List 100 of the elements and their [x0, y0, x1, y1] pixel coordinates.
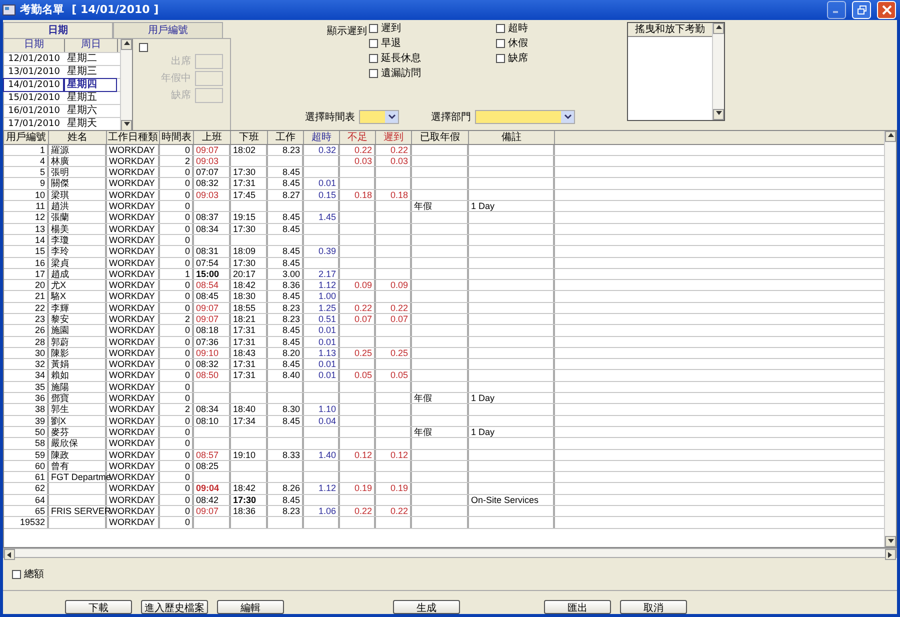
table-cell: 0.05: [376, 370, 412, 381]
column-header[interactable]: 上班: [194, 130, 231, 144]
button[interactable]: 進入歷史檔案: [141, 600, 208, 614]
button[interactable]: 編輯: [217, 600, 284, 614]
checkbox[interactable]: [139, 42, 148, 52]
table-cell: 28: [4, 336, 49, 347]
column-header[interactable]: 遲到: [376, 130, 412, 144]
column-header[interactable]: 備註: [469, 130, 555, 144]
scroll-down-button[interactable]: [121, 120, 132, 131]
table-cell: 4: [4, 156, 49, 166]
table-cell: 14: [4, 234, 49, 246]
scroll-down-button[interactable]: [713, 108, 724, 120]
table-cell: 18:42: [231, 483, 268, 494]
table-cell: 0.03: [376, 156, 412, 166]
table-cell: 20:17: [231, 268, 268, 280]
scroll-right-button[interactable]: [885, 549, 896, 560]
checkbox[interactable]: [369, 24, 378, 33]
table-cell: 楊美: [49, 224, 107, 234]
table-cell: 0: [160, 483, 194, 494]
tab[interactable]: 用戶編號: [113, 22, 223, 38]
table-cell: WORKDAY: [107, 302, 160, 313]
checkbox[interactable]: [496, 54, 505, 63]
column-header[interactable]: 時間表: [160, 130, 194, 144]
table-cell: 8.40: [268, 370, 304, 381]
column-header[interactable]: 已取年假: [412, 130, 469, 144]
scroll-left-button[interactable]: [4, 549, 15, 560]
table-cell: 36: [4, 393, 49, 404]
input-field[interactable]: [195, 70, 223, 86]
table-cell: 18:43: [231, 348, 268, 358]
table-cell: 08:31: [194, 246, 231, 256]
column-header[interactable]: 超時: [304, 130, 340, 144]
table-cell: 陳影: [49, 348, 107, 358]
table-cell: 張蘭: [49, 212, 107, 223]
dropdown[interactable]: [359, 110, 399, 124]
checkbox[interactable]: [496, 38, 505, 48]
table-cell: 郭生: [49, 404, 107, 415]
table-cell: 2: [160, 156, 194, 166]
table-cell: 12: [4, 212, 49, 223]
column-header[interactable]: 用戶編號: [4, 130, 49, 144]
table-cell: 8.45: [268, 167, 304, 178]
table-cell: 8.45: [268, 325, 304, 336]
column-header[interactable]: 工作日種類: [107, 130, 160, 144]
scroll-up-button[interactable]: [885, 130, 896, 142]
table-cell: 李玲: [49, 246, 107, 256]
table-cell: 07:07: [194, 167, 231, 178]
table-cell: 17:31: [231, 178, 268, 189]
table-cell: 0: [160, 167, 194, 178]
table-cell: 22: [4, 302, 49, 313]
table-cell: 18:30: [231, 291, 268, 302]
table-cell: 08:25: [194, 460, 231, 472]
table-cell: 年假: [412, 426, 469, 438]
table-cell: 0: [160, 472, 194, 482]
checkbox[interactable]: [369, 54, 378, 63]
table-cell: 0: [160, 359, 194, 370]
table-cell: 梁貞: [49, 258, 107, 268]
minimize-button[interactable]: [827, 0, 846, 19]
table-cell: 0.01: [304, 370, 340, 381]
table-cell: 0.01: [304, 178, 340, 189]
table-cell: 0.01: [304, 325, 340, 336]
table-cell: 17:30: [231, 494, 268, 506]
date-row[interactable]: 14/01/2010 星期四: [4, 78, 120, 92]
checkbox[interactable]: [496, 24, 505, 33]
table-cell: WORKDAY: [107, 370, 160, 381]
table-cell: 59: [4, 450, 49, 460]
table-cell: WORKDAY: [107, 234, 160, 246]
restore-button[interactable]: [852, 0, 871, 19]
table-cell: 施陽: [49, 382, 107, 392]
table-cell: 32: [4, 359, 49, 370]
close-button[interactable]: [877, 0, 896, 19]
button[interactable]: 匯出: [544, 600, 611, 614]
table-cell: 年假: [412, 201, 469, 212]
table-cell: 1.45: [304, 212, 340, 223]
checkbox[interactable]: [369, 38, 378, 48]
table-cell: 50: [4, 426, 49, 438]
column-header[interactable]: 下班: [231, 130, 268, 144]
input-field[interactable]: [195, 88, 223, 103]
table-cell: 郭蔚: [49, 336, 107, 347]
column-header[interactable]: 姓名: [49, 130, 107, 144]
column-header[interactable]: 不足: [340, 130, 376, 144]
tab[interactable]: 日期: [3, 22, 113, 38]
button[interactable]: 下載: [65, 600, 132, 614]
button[interactable]: 取消: [620, 600, 687, 614]
table-cell: WORKDAY: [107, 336, 160, 347]
table-cell: 李瓊: [49, 234, 107, 246]
table-cell: 0.07: [376, 314, 412, 324]
button[interactable]: 生成: [393, 600, 460, 614]
table-cell: 61: [4, 472, 49, 482]
checkbox[interactable]: [12, 570, 21, 578]
table-cell: 8.36: [268, 280, 304, 290]
scroll-down-button[interactable]: [885, 536, 896, 547]
table-cell: 0: [160, 258, 194, 268]
table-cell: WORKDAY: [107, 325, 160, 336]
table-cell: 8.45: [268, 178, 304, 189]
scroll-up-button[interactable]: [121, 38, 132, 50]
input-field[interactable]: [195, 54, 223, 69]
checkbox[interactable]: [369, 68, 378, 78]
table-cell: WORKDAY: [107, 167, 160, 178]
table-cell: 2: [160, 314, 194, 324]
column-header[interactable]: 工作: [268, 130, 304, 144]
scroll-up-button[interactable]: [713, 22, 724, 34]
